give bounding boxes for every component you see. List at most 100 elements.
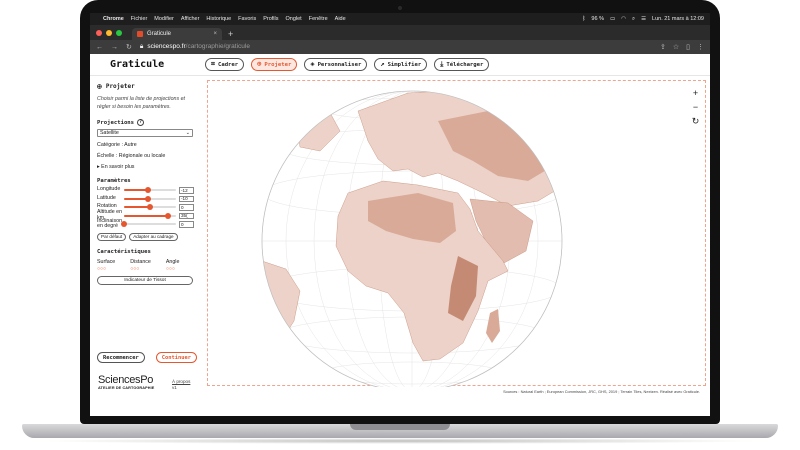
tool-simplifier-button[interactable]: ↗ Simplifier bbox=[374, 58, 428, 71]
slider-handle[interactable] bbox=[165, 212, 172, 219]
param-slider[interactable] bbox=[121, 221, 176, 228]
share-icon[interactable]: ⇪ bbox=[660, 43, 666, 51]
menu-onglet[interactable]: Onglet bbox=[285, 16, 301, 22]
map-canvas[interactable]: + − ↻ bbox=[207, 80, 706, 387]
param-value-input[interactable]: 35( bbox=[179, 212, 194, 219]
favicon-icon bbox=[137, 31, 143, 37]
param-value-input[interactable]: -10 bbox=[179, 195, 194, 202]
carac-distance-label: Distance bbox=[130, 258, 151, 265]
menu-profils[interactable]: Profils bbox=[263, 16, 278, 22]
param-row: Latitude -10 bbox=[97, 195, 194, 204]
param-label: Longitude bbox=[97, 186, 121, 193]
slider-handle[interactable] bbox=[147, 204, 153, 211]
bluetooth-icon[interactable]: ᛒ bbox=[582, 16, 585, 22]
menu-aide[interactable]: Aide bbox=[335, 16, 346, 22]
param-label: Latitude bbox=[97, 194, 116, 201]
browser-tabbar: Graticule × + bbox=[90, 25, 710, 40]
zoom-out-button[interactable]: − bbox=[690, 102, 701, 113]
menu-fichier[interactable]: Fichier bbox=[131, 16, 148, 22]
sidebar-description: Choisir parmi la liste de projections et… bbox=[97, 96, 186, 110]
brand-name: SciencesPo bbox=[98, 374, 154, 386]
param-slider[interactable] bbox=[124, 187, 176, 194]
sidebar-icon[interactable]: ▯ bbox=[686, 43, 690, 51]
minimize-window-button[interactable] bbox=[106, 29, 112, 36]
menu-fenetre[interactable]: Fenêtre bbox=[309, 16, 328, 22]
globe-icon: ⊕ bbox=[257, 60, 262, 68]
zoom-in-button[interactable]: + bbox=[690, 88, 701, 99]
help-icon[interactable]: ? bbox=[137, 119, 145, 126]
zoom-window-button[interactable] bbox=[116, 29, 122, 36]
battery-level: 96 % bbox=[591, 16, 604, 22]
wifi-icon[interactable]: ◠ bbox=[621, 16, 626, 22]
param-value-input[interactable]: 0 bbox=[179, 221, 194, 228]
slider-handle[interactable] bbox=[145, 187, 152, 194]
tool-cadrer-button[interactable]: ⌗ Cadrer bbox=[205, 58, 245, 71]
clock[interactable]: Lun. 21 mars à 12:09 bbox=[652, 16, 704, 22]
tool-simplifier-label: Simplifier bbox=[387, 61, 422, 68]
reset-view-button[interactable]: ↻ bbox=[690, 116, 701, 127]
control-center-icon[interactable]: ☰ bbox=[641, 16, 646, 22]
param-value-input[interactable]: -12 bbox=[179, 187, 194, 194]
param-slider[interactable] bbox=[124, 204, 176, 211]
close-window-button[interactable] bbox=[96, 29, 102, 36]
menu-historique[interactable]: Historique bbox=[206, 16, 231, 22]
tissot-button[interactable]: Indicateur de Tissot bbox=[97, 275, 193, 285]
address-bar[interactable]: 🔒︎ sciencespo.fr /cartographie/graticule bbox=[140, 43, 250, 51]
carac-angle-label: Angle bbox=[165, 258, 180, 265]
bookmark-icon[interactable]: ☆ bbox=[673, 43, 679, 51]
window-controls bbox=[96, 25, 122, 40]
menu-modifier[interactable]: Modifier bbox=[154, 16, 174, 22]
fit-to-frame-button[interactable]: Adapter au cadrage bbox=[129, 232, 178, 241]
tool-personnaliser-button[interactable]: ◈ Personnaliser bbox=[304, 58, 368, 71]
crop-icon: ⌗ bbox=[211, 60, 215, 68]
chevron-down-icon: ⌄ bbox=[185, 130, 190, 136]
forward-icon[interactable]: → bbox=[111, 44, 118, 51]
battery-icon[interactable]: ▭ bbox=[610, 16, 615, 22]
carac-surface: Surface ○○○ bbox=[97, 259, 115, 272]
tool-projeter-button[interactable]: ⊕ Projeter bbox=[251, 58, 298, 71]
slider-handle[interactable] bbox=[144, 195, 151, 202]
back-icon[interactable]: ← bbox=[96, 44, 103, 51]
learn-more-toggle[interactable]: ▸ En savoir plus bbox=[97, 164, 194, 170]
sidebar-title: ⊕ Projeter bbox=[97, 82, 194, 91]
reload-icon[interactable]: ↻ bbox=[126, 43, 132, 51]
app-logo[interactable]: Graticule bbox=[90, 59, 200, 70]
continue-button[interactable]: Continuer bbox=[155, 352, 197, 363]
sciencespo-logo: SciencesPo ATELIER DE CARTOGRAPHIE bbox=[98, 374, 154, 390]
laptop-camera bbox=[398, 6, 402, 10]
learn-more-label: En savoir plus bbox=[101, 164, 135, 170]
echelle-text: Échelle : Régionale ou locale bbox=[97, 153, 166, 159]
param-slider[interactable] bbox=[124, 195, 176, 202]
version-text: v1 bbox=[172, 385, 177, 390]
map-controls: + − ↻ bbox=[690, 88, 701, 127]
param-slider[interactable] bbox=[124, 212, 176, 219]
tool-telecharger-button[interactable]: ⤓ Télécharger bbox=[434, 58, 490, 71]
footer-links: À propos v1 bbox=[172, 379, 190, 391]
map-sources: Sources : Natural Earth ; European Commi… bbox=[503, 389, 700, 394]
download-icon: ⤓ bbox=[440, 60, 444, 68]
url-host: sciencespo.fr bbox=[147, 43, 186, 50]
close-tab-icon[interactable]: × bbox=[213, 31, 217, 37]
restart-button[interactable]: Recommencer bbox=[97, 352, 145, 363]
menu-afficher[interactable]: Afficher bbox=[181, 16, 200, 22]
param-value-input[interactable]: 0 bbox=[179, 204, 194, 211]
projection-select[interactable]: Satellite ⌄ bbox=[97, 129, 193, 137]
browser-toolbar: ← → ↻ 🔒︎ sciencespo.fr /cartographie/gra… bbox=[90, 40, 710, 54]
param-label: Inclinaison en degré bbox=[97, 217, 123, 230]
menu-chrome[interactable]: Chrome bbox=[103, 16, 124, 22]
projections-heading: Projections ? bbox=[97, 119, 194, 126]
param-buttons: Par défaut Adapter au cadrage bbox=[97, 232, 194, 241]
layers-icon: ◈ bbox=[310, 60, 315, 68]
carac-distance: Distance ○○○ bbox=[130, 259, 151, 272]
carac-angle: Angle ○○○ bbox=[166, 259, 180, 272]
search-icon[interactable]: ⌕ bbox=[632, 16, 635, 23]
carac-heading: Caractéristiques bbox=[97, 248, 151, 255]
default-button[interactable]: Par défaut bbox=[97, 232, 127, 241]
new-tab-button[interactable]: + bbox=[228, 28, 233, 40]
slider-handle[interactable] bbox=[121, 221, 127, 228]
browser-tab[interactable]: Graticule × bbox=[132, 28, 222, 40]
categorie-text: Catégorie : Autre bbox=[97, 142, 137, 148]
slider-fill bbox=[124, 214, 169, 217]
menu-favoris[interactable]: Favoris bbox=[238, 16, 256, 22]
menu-dots-icon[interactable]: ⋮ bbox=[697, 43, 704, 51]
